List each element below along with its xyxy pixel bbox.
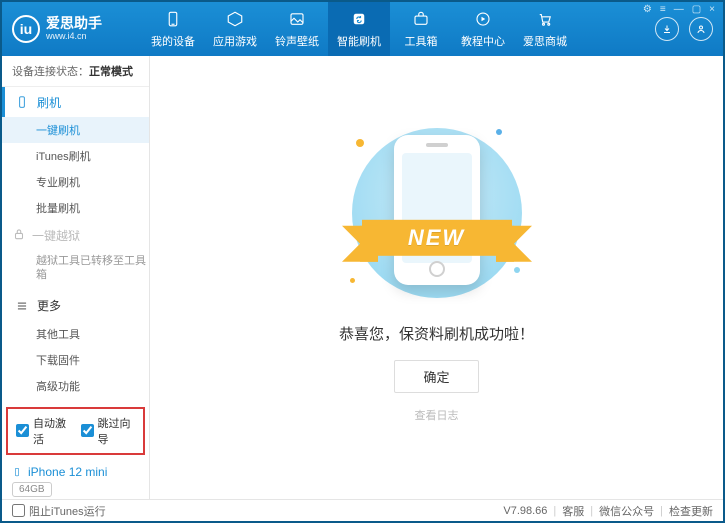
checkbox-input[interactable]	[16, 424, 29, 437]
refresh-icon	[349, 9, 369, 29]
maximize-icon[interactable]: ▢	[690, 4, 703, 15]
device-storage: 64GB	[12, 482, 52, 497]
nav-label: 铃声壁纸	[275, 33, 319, 49]
device-name: iPhone 12 mini	[28, 465, 107, 479]
footer-link-update[interactable]: 检查更新	[669, 503, 713, 519]
device-panel[interactable]: iPhone 12 mini 64GB Down-12mini-13,1	[2, 459, 149, 499]
conn-value: 正常模式	[89, 66, 133, 78]
footer: 阻止iTunes运行 V7.98.66 | 客服 | 微信公众号 | 检查更新	[2, 499, 723, 521]
nav-mall[interactable]: 爱思商城	[514, 2, 576, 56]
sidebar-item-advanced[interactable]: 高级功能	[2, 373, 149, 399]
nav-tutorial[interactable]: 教程中心	[452, 2, 514, 56]
body: 设备连接状态：正常模式 刷机 一键刷机 iTunes刷机 专业刷机 批量刷机 一…	[2, 56, 723, 499]
sidebar-item-itunes[interactable]: iTunes刷机	[2, 143, 149, 169]
nav-label: 工具箱	[405, 33, 438, 49]
sidebar-item-pro[interactable]: 专业刷机	[2, 169, 149, 195]
pin-icon[interactable]: ≡	[658, 4, 668, 15]
top-nav: 我的设备 应用游戏 铃声壁纸 智能刷机 工具箱 教程中心	[142, 2, 655, 56]
nav-label: 智能刷机	[337, 33, 381, 49]
section-title: 一键越狱	[32, 227, 80, 244]
device-phone-icon	[12, 465, 22, 479]
section-flash: 刷机 一键刷机 iTunes刷机 专业刷机 批量刷机	[2, 87, 149, 221]
nav-label: 我的设备	[151, 33, 195, 49]
sidebar-item-label: iTunes刷机	[36, 148, 91, 164]
phone-icon	[163, 9, 183, 29]
nav-apps[interactable]: 应用游戏	[204, 2, 266, 56]
section-title: 更多	[37, 297, 61, 314]
app-subtitle: www.i4.cn	[46, 32, 102, 42]
apps-icon	[225, 9, 245, 29]
footer-link-wechat[interactable]: 微信公众号	[599, 503, 654, 519]
sidebar-item-label: 下载固件	[36, 352, 80, 368]
checkbox-input[interactable]	[81, 424, 94, 437]
main-content: NEW 恭喜您，保资料刷机成功啦！ 确定 查看日志	[150, 56, 723, 499]
window-controls: ⚙ ≡ — ▢ ×	[641, 4, 717, 15]
nav-device[interactable]: 我的设备	[142, 2, 204, 56]
checkbox-auto-activate[interactable]: 自动激活	[16, 415, 71, 447]
sidebar-item-batch[interactable]: 批量刷机	[2, 195, 149, 221]
nav-label: 应用游戏	[213, 33, 257, 49]
toolbox-icon	[411, 9, 431, 29]
sidebar-item-other[interactable]: 其他工具	[2, 321, 149, 347]
menu-icon	[15, 299, 29, 313]
connection-status: 设备连接状态：正常模式	[2, 56, 149, 87]
sidebar-item-onekey[interactable]: 一键刷机	[2, 117, 149, 143]
app-title: 爱思助手	[46, 16, 102, 31]
app-window: ⚙ ≡ — ▢ × iu 爱思助手 www.i4.cn 我的设备 应用游戏 铃声	[0, 0, 725, 523]
sidebar-item-label: 批量刷机	[36, 200, 80, 216]
tutorial-icon	[473, 9, 493, 29]
section-more: 更多 其他工具 下载固件 高级功能	[2, 291, 149, 399]
footer-link-support[interactable]: 客服	[562, 503, 584, 519]
checkbox-label: 自动激活	[33, 415, 71, 447]
sidebar-item-label: 其他工具	[36, 326, 80, 342]
cart-icon	[535, 9, 555, 29]
conn-label: 设备连接状态：	[12, 66, 89, 78]
section-title: 刷机	[37, 94, 61, 111]
sidebar: 设备连接状态：正常模式 刷机 一键刷机 iTunes刷机 专业刷机 批量刷机 一…	[2, 56, 150, 499]
section-header-flash[interactable]: 刷机	[2, 87, 149, 117]
nav-label: 爱思商城	[523, 33, 567, 49]
sidebar-item-label: 专业刷机	[36, 174, 80, 190]
options-box: 自动激活 跳过向导	[6, 407, 145, 455]
header-right	[655, 17, 713, 41]
success-message: 恭喜您，保资料刷机成功啦！	[339, 323, 534, 344]
lock-icon	[12, 227, 26, 244]
nav-toolbox[interactable]: 工具箱	[390, 2, 452, 56]
section-jailbreak: 一键越狱 越狱工具已转移至工具箱	[2, 221, 149, 291]
logo-icon: iu	[12, 15, 40, 43]
phone-small-icon	[15, 95, 29, 109]
checkbox-block-itunes[interactable]: 阻止iTunes运行	[12, 503, 106, 519]
sidebar-item-label: 高级功能	[36, 378, 80, 394]
account-button[interactable]	[689, 17, 713, 41]
checkbox-skip-guide[interactable]: 跳过向导	[81, 415, 136, 447]
header: iu 爱思助手 www.i4.cn 我的设备 应用游戏 铃声壁纸 智能刷机	[2, 2, 723, 56]
checkbox-label: 阻止iTunes运行	[29, 503, 106, 519]
view-log-link[interactable]: 查看日志	[415, 407, 459, 423]
version-text: V7.98.66	[503, 505, 547, 517]
confirm-button[interactable]: 确定	[394, 360, 478, 393]
download-button[interactable]	[655, 17, 679, 41]
section-header-jailbreak: 一键越狱	[2, 221, 149, 250]
close-icon[interactable]: ×	[707, 4, 717, 15]
nav-flash[interactable]: 智能刷机	[328, 2, 390, 56]
success-illustration: NEW	[342, 123, 532, 303]
sidebar-item-label: 一键刷机	[36, 122, 80, 138]
nav-ringtones[interactable]: 铃声壁纸	[266, 2, 328, 56]
checkbox-label: 跳过向导	[98, 415, 136, 447]
checkbox-input[interactable]	[12, 504, 25, 517]
sidebar-item-firmware[interactable]: 下载固件	[2, 347, 149, 373]
nav-label: 教程中心	[461, 33, 505, 49]
section-header-more[interactable]: 更多	[2, 291, 149, 321]
logo: iu 爱思助手 www.i4.cn	[12, 15, 142, 43]
minimize-icon[interactable]: —	[672, 4, 686, 15]
jailbreak-note: 越狱工具已转移至工具箱	[2, 250, 149, 291]
wallpaper-icon	[287, 9, 307, 29]
settings-icon[interactable]: ⚙	[641, 4, 654, 15]
